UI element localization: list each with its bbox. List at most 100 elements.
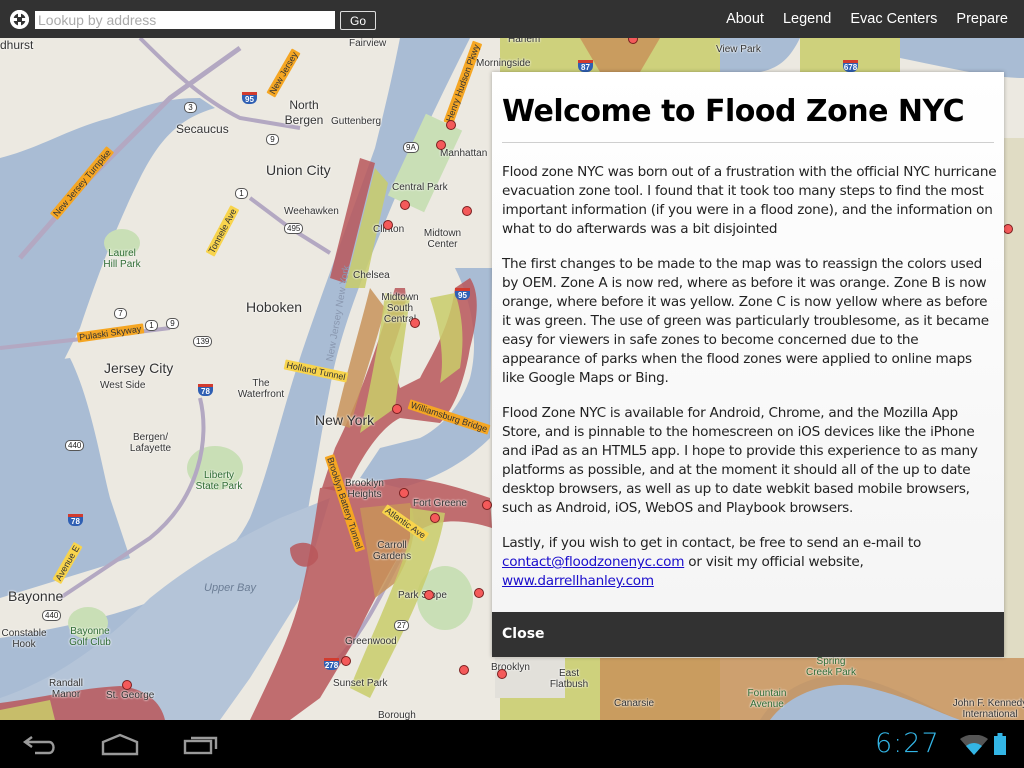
route-shield: 7	[114, 308, 127, 319]
home-icon	[101, 733, 139, 756]
welcome-dialog: Welcome to Flood Zone NYC Flood zone NYC…	[492, 72, 1004, 657]
status-clock: 6:27	[875, 728, 940, 759]
battery-icon	[994, 733, 1006, 755]
map-label: Fountain Avenue	[747, 688, 787, 710]
route-shield: 440	[42, 610, 62, 621]
top-bar: Go About Legend Evac Centers Prepare	[0, 0, 1024, 38]
map-label: Weehawken	[284, 206, 339, 217]
evac-center-marker[interactable]	[399, 488, 409, 498]
system-navigation-bar: 6:27	[0, 720, 1024, 768]
map-label: Constable Hook	[1, 628, 47, 650]
map-label: Hoboken	[246, 299, 303, 315]
route-shield: 3	[184, 102, 197, 113]
map-label: St. George	[106, 690, 155, 701]
nav-about[interactable]: About	[726, 11, 764, 27]
evac-center-marker[interactable]	[383, 220, 393, 230]
map-label: Union City	[266, 162, 331, 178]
wifi-icon	[960, 735, 988, 755]
map-label: Bergen/ Lafayette	[129, 432, 172, 454]
close-button[interactable]: Close	[492, 612, 1004, 657]
recent-apps-icon	[183, 736, 218, 755]
map-label: Bayonne Golf Club	[69, 626, 111, 648]
route-shield: 440	[65, 440, 85, 451]
map-label: Chelsea	[353, 270, 390, 281]
email-link[interactable]: contact@floodzonenyc.com	[502, 554, 684, 570]
evac-center-marker[interactable]	[122, 680, 132, 690]
map-label: Carroll Gardens	[372, 540, 412, 562]
evac-center-marker[interactable]	[497, 669, 507, 679]
evac-center-marker[interactable]	[341, 656, 351, 666]
nav-legend[interactable]: Legend	[783, 11, 831, 27]
map-label: New York	[315, 412, 375, 428]
back-icon	[22, 736, 55, 755]
map-label: Park Slope	[398, 590, 447, 601]
address-search-input[interactable]	[35, 11, 335, 29]
paragraph-origin: Flood zone NYC was born out of a frustra…	[502, 164, 997, 237]
paragraph-contact: Lastly, if you wish to get in contact, b…	[502, 534, 998, 591]
evac-center-marker[interactable]	[474, 588, 484, 598]
evac-center-marker[interactable]	[410, 318, 420, 328]
evac-center-marker[interactable]	[436, 140, 446, 150]
map-label: North Bergen	[284, 98, 324, 127]
interstate-shield: 95	[242, 92, 257, 104]
map-label: Fort Greene	[413, 498, 467, 509]
crosshair-locate-icon	[10, 10, 29, 29]
route-shield: 9	[166, 318, 179, 329]
map-label: dhurst	[0, 38, 34, 52]
interstate-shield: 87	[578, 60, 593, 72]
evac-center-marker[interactable]	[462, 206, 472, 216]
route-shield: 27	[394, 620, 409, 631]
map-label: Randall Manor	[49, 678, 83, 700]
evac-center-marker[interactable]	[392, 404, 402, 414]
evac-center-marker[interactable]	[482, 500, 492, 510]
map-label: Greenwood	[345, 636, 397, 647]
evac-center-marker[interactable]	[1003, 224, 1013, 234]
interstate-shield: 678	[843, 60, 858, 72]
map-label: Bayonne	[8, 588, 64, 604]
map-label: Secaucus	[176, 122, 229, 136]
map-label: Borough	[378, 710, 416, 720]
flood-zone-c-right-edge	[1004, 138, 1024, 658]
evac-center-marker[interactable]	[446, 120, 456, 130]
go-button[interactable]: Go	[340, 11, 376, 30]
map-label: Manhattan	[440, 148, 488, 159]
map-label: Morningside	[476, 58, 531, 69]
map-label: The Waterfront	[237, 378, 285, 400]
evac-center-marker[interactable]	[459, 665, 469, 675]
map-label: Midtown South Central	[381, 292, 419, 325]
interstate-shield: 278	[324, 658, 339, 670]
home-button[interactable]	[101, 732, 139, 760]
route-shield: 1	[145, 320, 158, 331]
map-label: John F. Kennedy International	[952, 698, 1024, 720]
contact-prefix: Lastly, if you wish to get in contact, b…	[502, 535, 922, 551]
interstate-shield: 78	[198, 384, 213, 396]
dialog-body: Flood zone NYC was born out of a frustra…	[502, 163, 998, 607]
paragraph-platforms: Flood Zone NYC is available for Android,…	[502, 405, 978, 516]
map-label: East Flatbush	[549, 668, 589, 690]
evac-center-marker[interactable]	[424, 590, 434, 600]
interstate-shield: 95	[455, 288, 470, 300]
map-label: View Park	[716, 44, 761, 55]
route-shield: 9	[266, 134, 279, 145]
map-label: Guttenberg	[331, 116, 382, 127]
route-shield: 495	[284, 223, 304, 234]
map-label: Upper Bay	[204, 582, 256, 594]
map-label: Sunset Park	[333, 678, 388, 689]
evac-center-marker[interactable]	[400, 200, 410, 210]
back-button[interactable]	[22, 732, 58, 760]
map-label: Midtown Center	[423, 228, 462, 250]
route-shield: 1	[235, 188, 248, 199]
map-label: Fairview	[349, 38, 387, 49]
evac-center-marker[interactable]	[430, 513, 440, 523]
dialog-title: Welcome to Flood Zone NYC	[502, 94, 965, 129]
website-link[interactable]: www.darrellhanley.com	[502, 573, 654, 589]
locate-me-button[interactable]	[10, 10, 29, 29]
top-nav: About Legend Evac Centers Prepare	[707, 0, 1008, 38]
nav-prepare[interactable]: Prepare	[956, 11, 1008, 27]
map-label: Brooklyn Heights	[345, 478, 384, 500]
route-shield: 139	[193, 336, 213, 347]
map-label: Laurel Hill Park	[103, 248, 141, 270]
nav-evac-centers[interactable]: Evac Centers	[850, 11, 937, 27]
contact-middle: or visit my official website,	[684, 554, 864, 570]
recent-apps-button[interactable]	[183, 732, 219, 760]
